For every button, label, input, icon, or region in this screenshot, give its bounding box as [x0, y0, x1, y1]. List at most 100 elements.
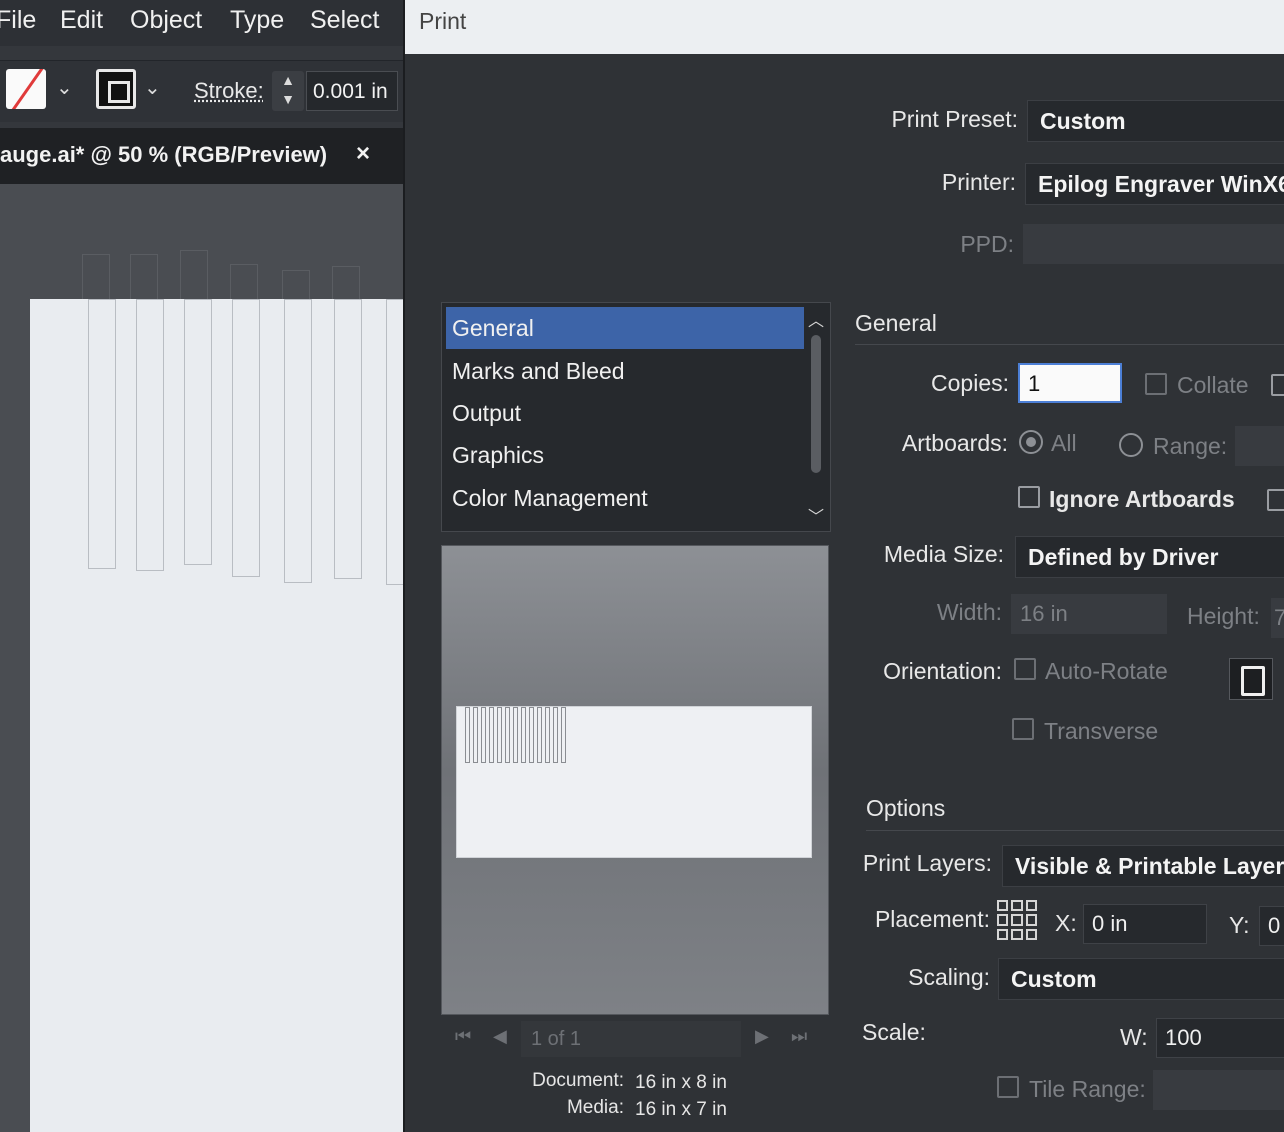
preview-bar — [537, 707, 542, 763]
media-size-value: 16 in x 7 in — [635, 1099, 727, 1120]
range-input[interactable] — [1235, 426, 1284, 466]
canvas[interactable] — [0, 184, 405, 1132]
placement-x-input[interactable]: 0 in — [1083, 904, 1207, 944]
ignore-artboards-checkbox[interactable] — [1018, 486, 1040, 508]
artwork-bar — [232, 299, 260, 577]
copies-label: Copies: — [931, 370, 1009, 396]
chevron-down-icon[interactable]: ⌄ — [144, 75, 161, 100]
menu-bar: File Edit Object Type Select — [0, 0, 405, 46]
orientation-label: Orientation: — [883, 658, 1002, 684]
artwork-bar — [184, 299, 212, 565]
section-divider — [855, 344, 1284, 345]
document-tab-title: auge.ai* @ 50 % (RGB/Preview) — [0, 142, 328, 167]
next-page-icon[interactable]: ▶ — [755, 1026, 769, 1047]
preview-bar — [481, 707, 486, 763]
preview-bar — [561, 707, 566, 763]
menu-type[interactable]: Type — [230, 6, 284, 35]
printer-dropdown[interactable]: Epilog Engraver WinX64 — [1025, 163, 1284, 205]
first-page-icon[interactable]: ⏮ — [455, 1026, 471, 1047]
width-input[interactable]: 16 in — [1011, 594, 1167, 634]
artboards-range-radio[interactable] — [1119, 433, 1143, 457]
stroke-weight-input[interactable]: 0.001 in — [306, 71, 398, 111]
preview-bar — [521, 707, 526, 763]
options-section-header: Options — [866, 795, 946, 821]
placement-label: Placement: — [874, 906, 990, 932]
artboards-label: Artboards: — [901, 430, 1008, 456]
document-size-label: Document: — [532, 1070, 624, 1091]
scaling-dropdown[interactable]: Custom — [998, 958, 1284, 1000]
general-section-header: General — [855, 310, 937, 336]
scaling-label: Scaling: — [908, 964, 990, 990]
preview-pager: ⏮ ◀ 1 of 1 ▶ ⏭ — [441, 1015, 829, 1065]
width-label: Width: — [936, 599, 1002, 625]
media-size-field-label: Media Size: — [883, 541, 1004, 567]
copies-input[interactable]: 1 — [1018, 363, 1122, 403]
chevron-up-icon[interactable]: ︿ — [806, 307, 826, 331]
print-layers-label: Print Layers: — [862, 850, 992, 876]
tile-range-checkbox[interactable] — [997, 1076, 1019, 1098]
page-counter[interactable]: 1 of 1 — [521, 1021, 741, 1057]
menu-file[interactable]: File — [0, 6, 36, 35]
preview-bar — [529, 707, 534, 763]
artwork-bar — [334, 299, 362, 579]
ignore-artboards-label: Ignore Artboards — [1049, 486, 1235, 512]
artwork-bar — [180, 250, 208, 304]
menu-select[interactable]: Select — [310, 6, 379, 35]
x-label: X: — [1055, 910, 1077, 936]
transverse-checkbox[interactable] — [1012, 718, 1034, 740]
artboards-all-radio[interactable] — [1019, 430, 1043, 454]
printer-label: Printer: — [941, 169, 1016, 195]
preview-page — [456, 706, 812, 858]
media-size-dropdown[interactable]: Defined by Driver — [1015, 536, 1284, 578]
category-color-management[interactable]: Color Management — [446, 477, 804, 519]
menu-object[interactable]: Object — [130, 6, 202, 35]
height-input[interactable]: 7 — [1271, 598, 1284, 638]
height-label: Height: — [1187, 603, 1260, 629]
ppd-label: PPD: — [960, 231, 1014, 257]
document-size-value: 16 in x 8 in — [635, 1072, 727, 1093]
stroke-swatch[interactable] — [96, 69, 136, 109]
close-icon[interactable]: × — [356, 140, 370, 168]
collate-label: Collate — [1177, 372, 1249, 398]
skip-blank-checkbox[interactable] — [1267, 489, 1284, 511]
placement-grid-icon[interactable] — [997, 900, 1037, 940]
previous-page-icon[interactable]: ◀ — [493, 1026, 507, 1047]
collate-checkbox[interactable] — [1145, 373, 1167, 395]
category-general[interactable]: General — [446, 307, 804, 349]
preview-bar — [513, 707, 518, 763]
artwork-bar — [130, 254, 158, 304]
control-bar: ⌄ ⌄ Stroke: ▲ ▼ 0.001 in — [0, 60, 405, 122]
category-graphics[interactable]: Graphics — [446, 434, 804, 476]
menu-edit[interactable]: Edit — [60, 6, 103, 35]
print-preset-dropdown[interactable]: Custom — [1027, 100, 1284, 142]
print-dialog: Print Print Preset: Custom Printer: Epil… — [403, 0, 1284, 1132]
placement-y-input[interactable]: 0 — [1259, 906, 1284, 946]
artwork-bar — [230, 264, 258, 304]
ppd-dropdown[interactable] — [1023, 224, 1284, 264]
category-scrollbar[interactable]: ︿ ﹀ — [806, 307, 826, 527]
reverse-order-checkbox[interactable] — [1271, 374, 1284, 396]
stroke-stepper[interactable]: ▲ ▼ — [272, 71, 304, 111]
artboard[interactable] — [30, 299, 405, 1132]
auto-rotate-checkbox[interactable] — [1014, 658, 1036, 680]
print-preview[interactable] — [441, 545, 829, 1015]
auto-rotate-label: Auto-Rotate — [1045, 658, 1168, 684]
scale-w-input[interactable]: 100 — [1156, 1018, 1284, 1058]
category-output[interactable]: Output — [446, 392, 804, 434]
last-page-icon[interactable]: ⏭ — [791, 1026, 807, 1047]
section-divider — [866, 830, 1284, 831]
chevron-down-icon[interactable]: ﹀ — [806, 503, 826, 527]
print-layers-dropdown[interactable]: Visible & Printable Layers — [1002, 845, 1284, 887]
category-list: General Marks and Bleed Output Graphics … — [441, 302, 831, 532]
category-marks-and-bleed[interactable]: Marks and Bleed — [446, 350, 804, 392]
portrait-orientation-icon[interactable] — [1229, 658, 1273, 700]
chevron-down-icon[interactable]: ⌄ — [56, 75, 73, 100]
fill-none-swatch[interactable] — [6, 69, 46, 109]
scroll-thumb[interactable] — [811, 335, 821, 473]
document-tab[interactable]: auge.ai* @ 50 % (RGB/Preview) × — [0, 128, 405, 184]
stroke-label[interactable]: Stroke: — [194, 78, 264, 104]
artboards-all-label: All — [1051, 430, 1077, 456]
tile-range-input[interactable] — [1153, 1070, 1284, 1110]
dialog-titlebar[interactable]: Print — [405, 0, 1284, 54]
artboards-range-label: Range: — [1153, 433, 1228, 459]
